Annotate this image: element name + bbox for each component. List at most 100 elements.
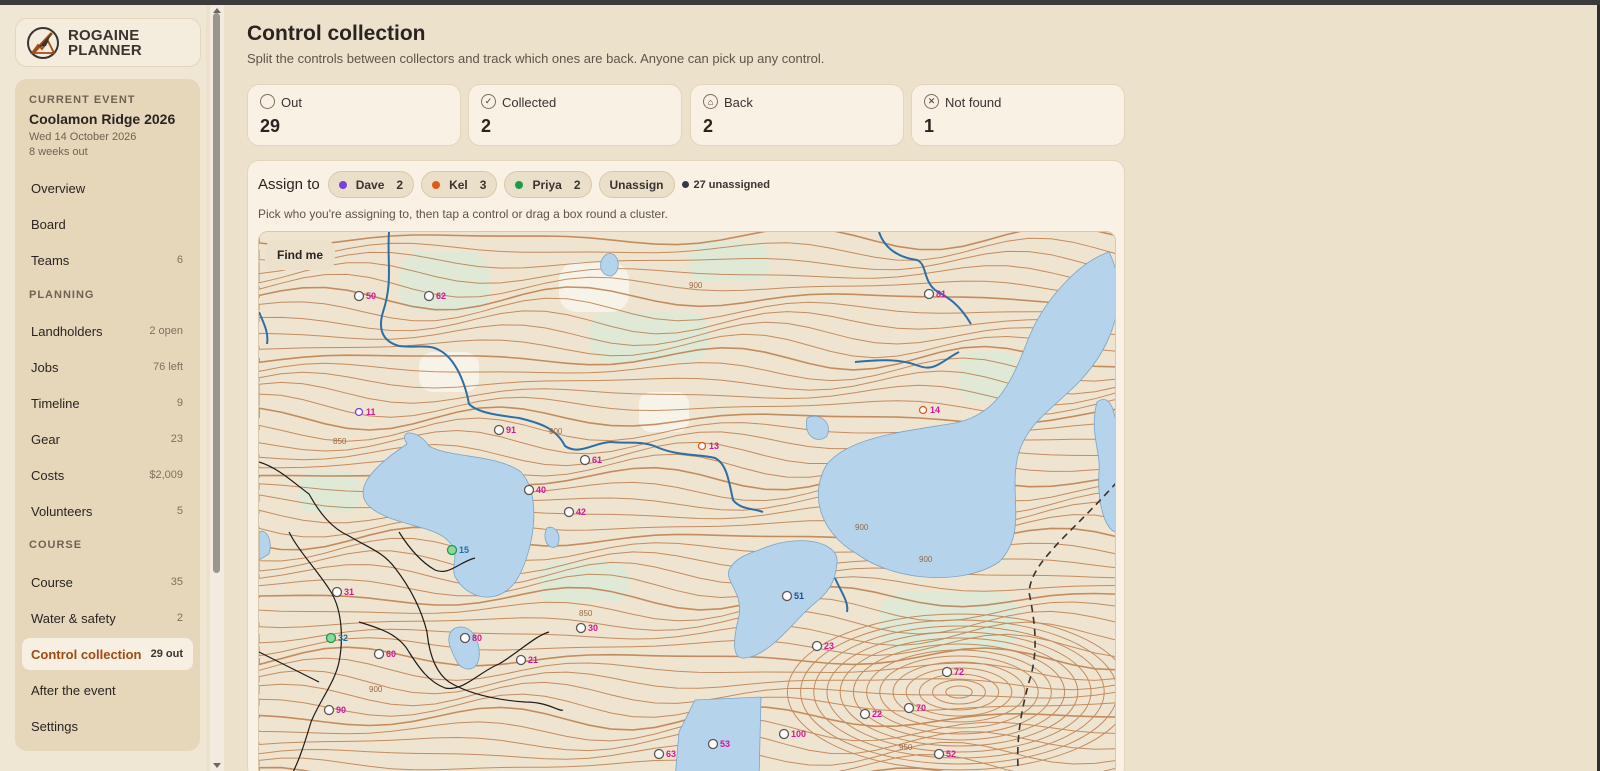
- unassign-button[interactable]: Unassign: [598, 171, 675, 198]
- nav-item-count: 2: [176, 612, 183, 624]
- control-22[interactable]: 22: [859, 708, 883, 720]
- contour-label: 850: [579, 609, 593, 618]
- nav-item-after-event[interactable]: After the event: [22, 674, 193, 706]
- control-marker[interactable]: [575, 622, 587, 634]
- scrollbar-thumb[interactable]: [213, 13, 220, 573]
- sidebar-scrollbar[interactable]: [210, 5, 224, 771]
- control-marker[interactable]: [353, 290, 365, 302]
- control-number: 63: [666, 749, 676, 759]
- control-72[interactable]: 72: [941, 666, 965, 678]
- event-name[interactable]: Coolamon Ridge 2026: [29, 111, 175, 127]
- map-canvas[interactable]: 900 900 900 850 900 950 850 900 50 62 81 11 14 91 13 6…: [259, 232, 1116, 771]
- control-31[interactable]: 31: [331, 586, 355, 598]
- stat-value: 29: [260, 116, 281, 136]
- control-60[interactable]: 60: [373, 648, 397, 660]
- control-marker[interactable]: [781, 590, 793, 602]
- assign-hint: Pick who you're assigning to, then tap a…: [258, 207, 668, 221]
- nav-item-teams[interactable]: Teams 6: [22, 244, 193, 276]
- control-marker[interactable]: [563, 506, 575, 518]
- nav-item-landholders[interactable]: Landholders 2 open: [22, 315, 193, 347]
- control-marker[interactable]: [446, 544, 458, 556]
- control-marker[interactable]: [918, 405, 928, 415]
- collector-chip-dave[interactable]: Dave 2: [327, 171, 415, 198]
- collector-chip-kel[interactable]: Kel 3: [421, 171, 498, 198]
- control-marker[interactable]: [941, 666, 953, 678]
- control-marker[interactable]: [697, 441, 707, 451]
- stat-card-out[interactable]: Out 29: [247, 84, 461, 146]
- control-marker[interactable]: [523, 484, 535, 496]
- control-52[interactable]: 52: [933, 748, 957, 760]
- control-42[interactable]: 42: [563, 506, 587, 518]
- nav-item-control-collection[interactable]: Control collection 29 out: [22, 638, 193, 670]
- control-62[interactable]: 62: [423, 290, 447, 302]
- control-51[interactable]: 51: [781, 590, 805, 602]
- control-marker[interactable]: [423, 290, 435, 302]
- nav-item-timeline[interactable]: Timeline 9: [22, 387, 193, 419]
- control-70[interactable]: 70: [903, 702, 927, 714]
- control-marker[interactable]: [923, 288, 935, 300]
- nav-item-water-safety[interactable]: Water & safety 2: [22, 602, 193, 634]
- app-logo[interactable]: ROGAINE PLANNER: [15, 18, 201, 67]
- control-marker[interactable]: [331, 586, 343, 598]
- control-marker[interactable]: [933, 748, 945, 760]
- nav-item-volunteers[interactable]: Volunteers 5: [22, 495, 193, 527]
- control-marker[interactable]: [707, 738, 719, 750]
- control-21[interactable]: 21: [515, 654, 539, 666]
- nav-item-count: 76 left: [153, 361, 183, 373]
- control-marker[interactable]: [859, 708, 871, 720]
- control-14[interactable]: 14: [918, 405, 941, 415]
- control-number: 42: [576, 507, 586, 517]
- assign-toolbar: Assign to Dave 2 Kel 3 Priya 2 Unassign …: [258, 171, 770, 198]
- control-100[interactable]: 100: [778, 728, 807, 740]
- topo-map[interactable]: 900 900 900 850 900 950 850 900 50 62 81 11 14 91 13 6…: [258, 231, 1116, 771]
- control-80[interactable]: 80: [459, 632, 483, 644]
- find-me-button[interactable]: Find me: [265, 240, 336, 270]
- control-marker[interactable]: [579, 454, 591, 466]
- control-marker[interactable]: [903, 702, 915, 714]
- control-81[interactable]: 81: [923, 288, 947, 300]
- control-marker[interactable]: [373, 648, 385, 660]
- control-91[interactable]: 91: [493, 424, 517, 436]
- control-15[interactable]: 15: [446, 544, 470, 556]
- nav-item-board[interactable]: Board: [22, 208, 193, 240]
- control-63[interactable]: 63: [653, 748, 677, 760]
- nav-item-gear[interactable]: Gear 23: [22, 423, 193, 455]
- stat-card-collected[interactable]: ✓ Collected 2: [468, 84, 682, 146]
- control-11[interactable]: 11: [354, 407, 376, 417]
- nav-item-settings[interactable]: Settings: [22, 710, 193, 742]
- nav-item-label: Timeline: [31, 395, 80, 411]
- pond-north: [600, 253, 619, 277]
- control-marker[interactable]: [323, 704, 335, 716]
- control-marker[interactable]: [653, 748, 665, 760]
- control-90[interactable]: 90: [323, 704, 347, 716]
- control-53[interactable]: 53: [707, 738, 731, 750]
- control-marker[interactable]: [778, 728, 790, 740]
- nav-item-costs[interactable]: Costs $2,009: [22, 459, 193, 491]
- nav-item-overview[interactable]: Overview: [22, 172, 193, 204]
- nav-item-label: Overview: [31, 180, 86, 196]
- scroll-down-arrow-icon[interactable]: [213, 763, 221, 768]
- control-marker[interactable]: [515, 654, 527, 666]
- control-32[interactable]: 32: [325, 632, 349, 644]
- control-marker[interactable]: [325, 632, 337, 644]
- nav-item-jobs[interactable]: Jobs 76 left: [22, 351, 193, 383]
- control-marker[interactable]: [493, 424, 505, 436]
- control-61[interactable]: 61: [579, 454, 603, 466]
- control-40[interactable]: 40: [523, 484, 547, 496]
- control-50[interactable]: 50: [353, 290, 377, 302]
- control-13[interactable]: 13: [697, 441, 720, 451]
- control-marker[interactable]: [459, 632, 471, 644]
- control-30[interactable]: 30: [575, 622, 599, 634]
- stat-card-back[interactable]: ⌂ Back 2: [690, 84, 904, 146]
- collector-count: 3: [479, 177, 487, 192]
- control-number: 21: [528, 655, 538, 665]
- control-marker[interactable]: [811, 640, 823, 652]
- contour-label: 900: [855, 523, 869, 532]
- collector-color-dot: [432, 180, 441, 189]
- stat-card-not-found[interactable]: ✕ Not found 1: [911, 84, 1125, 146]
- nav-item-course[interactable]: Course 35: [22, 566, 193, 598]
- control-23[interactable]: 23: [811, 640, 835, 652]
- control-marker[interactable]: [354, 407, 364, 417]
- collector-chip-priya[interactable]: Priya 2: [504, 171, 592, 198]
- logo-line-1: ROGAINE: [68, 26, 140, 44]
